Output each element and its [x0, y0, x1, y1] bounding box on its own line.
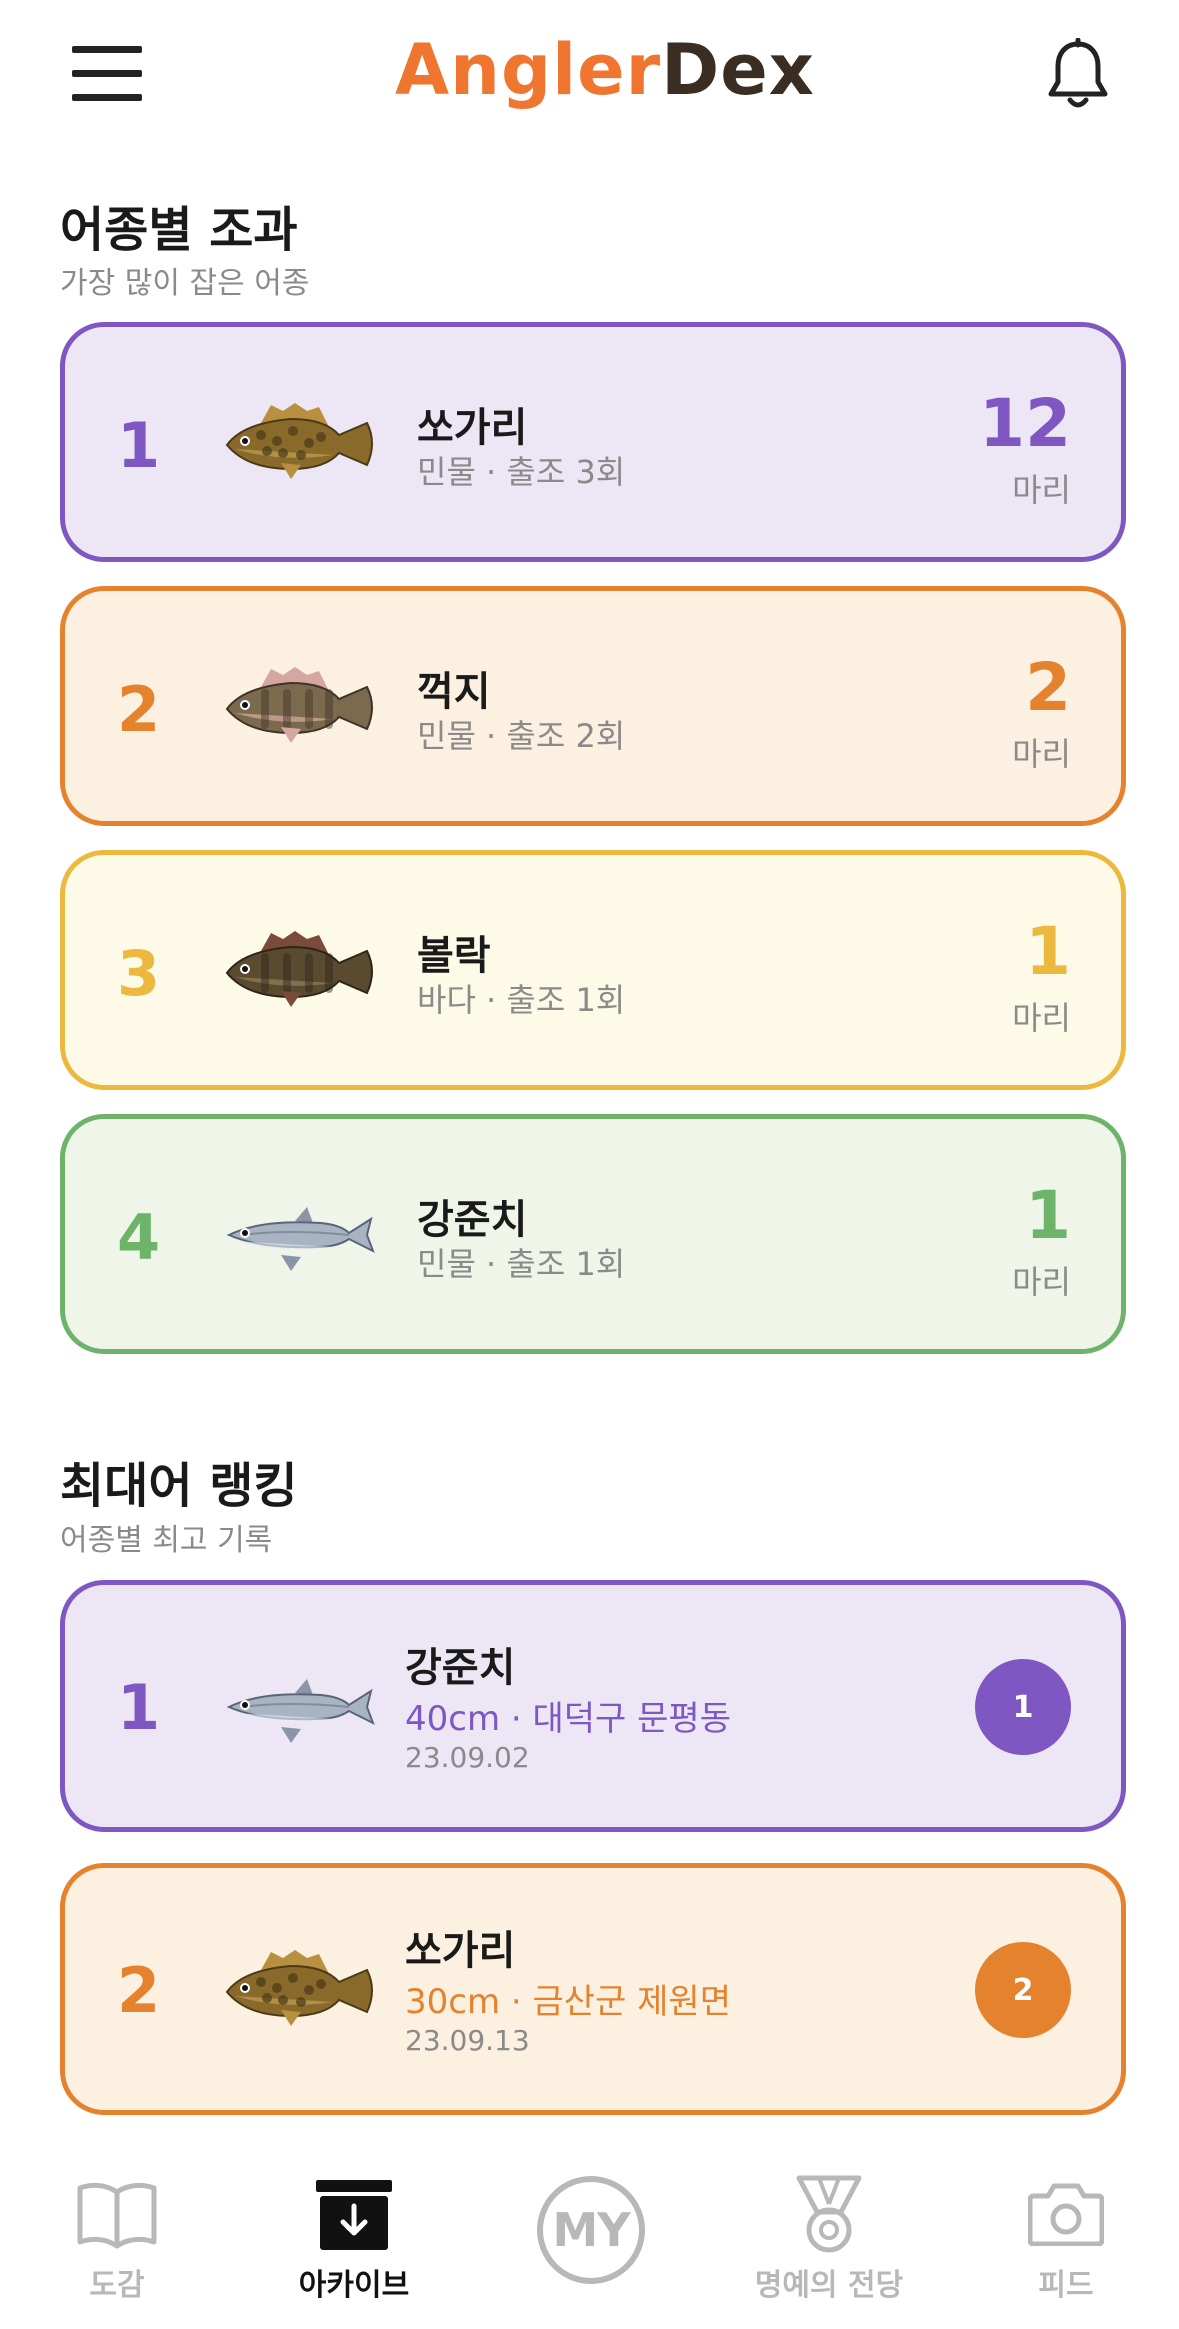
species-card[interactable]: 3 볼락 바다 · 출조 1회 1 마리 — [60, 850, 1126, 1090]
catch-unit: 마리 — [1012, 735, 1071, 773]
nav-item-feed[interactable]: 피드 — [966, 2150, 1166, 2329]
rank-number: 2 — [117, 673, 161, 746]
rank-number: 2 — [117, 1954, 161, 2027]
rank-number: 4 — [117, 1201, 161, 1274]
species-section-subtitle: 가장 많이 잡은 어종 — [60, 266, 310, 301]
species-name: 쏘가리 — [405, 1928, 516, 1974]
nav-label-feed: 피드 — [1038, 2268, 1094, 2303]
catch-unit: 마리 — [1012, 999, 1071, 1037]
ranking-section-subtitle: 어종별 최고 기록 — [60, 1523, 273, 1558]
nav-item-hall-of-fame[interactable]: 명예의 전당 — [729, 2150, 929, 2329]
record-date: 23.09.02 — [405, 1741, 530, 1774]
nav-label-hall-of-fame: 명예의 전당 — [754, 2268, 904, 2303]
my-profile-icon: MY — [537, 2176, 645, 2284]
species-card[interactable]: 4 강준치 민물 · 출조 1회 1 마리 — [60, 1114, 1126, 1354]
fish-image — [221, 397, 381, 487]
catch-count: 1 — [1025, 913, 1071, 990]
record-date: 23.09.13 — [405, 2024, 530, 2057]
logo-text-dex: Dex — [661, 29, 815, 111]
hamburger-menu-icon[interactable] — [72, 46, 142, 102]
fish-image — [221, 925, 381, 1015]
camera-icon — [1028, 2183, 1104, 2246]
catch-count: 2 — [1025, 649, 1071, 726]
medal-icon — [796, 2175, 862, 2253]
rank-badge: 2 — [975, 1942, 1071, 2038]
ranking-card[interactable]: 1 강준치 40cm · 대덕구 문평동 23.09.02 1 — [60, 1580, 1126, 1832]
species-meta: 민물 · 출조 1회 — [417, 1245, 626, 1283]
bottom-nav: 도감 아카이브 MY 명예의 전당 피드 — [0, 2150, 1179, 2329]
nav-item-dogam[interactable]: 도감 — [17, 2150, 217, 2329]
ranking-section-title: 최대어 랭킹 — [60, 1458, 298, 1514]
species-name: 강준치 — [405, 1645, 516, 1691]
catch-count: 12 — [979, 385, 1071, 462]
species-name: 강준치 — [417, 1197, 528, 1243]
book-icon — [77, 2182, 157, 2249]
app-logo: AnglerDex — [395, 30, 815, 110]
fish-image — [221, 1944, 381, 2034]
species-meta: 민물 · 출조 2회 — [417, 717, 626, 755]
species-section-title: 어종별 조과 — [60, 202, 298, 258]
species-meta: 민물 · 출조 3회 — [417, 453, 626, 491]
fish-image — [221, 661, 381, 751]
fish-image — [221, 1189, 381, 1279]
catch-unit: 마리 — [1012, 471, 1071, 509]
species-meta: 바다 · 출조 1회 — [417, 981, 626, 1019]
record-detail: 30cm · 금산군 제원면 — [405, 1982, 731, 2022]
rank-number: 1 — [117, 409, 161, 482]
archive-icon — [316, 2180, 392, 2250]
ranking-card[interactable]: 2 쏘가리 30cm · 금산군 제원면 23.09.13 2 — [60, 1863, 1126, 2115]
catch-unit: 마리 — [1012, 1263, 1071, 1301]
catch-count: 1 — [1025, 1177, 1071, 1254]
nav-label-dogam: 도감 — [89, 2268, 145, 2303]
bell-icon[interactable] — [1045, 38, 1111, 112]
nav-label-archive: 아카이브 — [298, 2268, 410, 2303]
species-card[interactable]: 1 쏘가리 민물 · 출조 3회 12 마리 — [60, 322, 1126, 562]
species-name: 볼락 — [417, 933, 491, 979]
nav-item-archive[interactable]: 아카이브 — [254, 2150, 454, 2329]
logo-text-angler: Angler — [395, 29, 662, 111]
app-header: AnglerDex — [0, 0, 1179, 150]
species-name: 쏘가리 — [417, 405, 528, 451]
fish-image — [221, 1661, 381, 1751]
record-detail: 40cm · 대덕구 문평동 — [405, 1699, 731, 1739]
species-name: 꺽지 — [417, 669, 491, 715]
my-label: MY — [552, 2203, 630, 2257]
rank-number: 3 — [117, 937, 161, 1010]
rank-number: 1 — [117, 1671, 161, 1744]
species-card[interactable]: 2 꺽지 민물 · 출조 2회 2 마리 — [60, 586, 1126, 826]
rank-badge: 1 — [975, 1659, 1071, 1755]
nav-item-my[interactable]: MY — [490, 2150, 690, 2329]
